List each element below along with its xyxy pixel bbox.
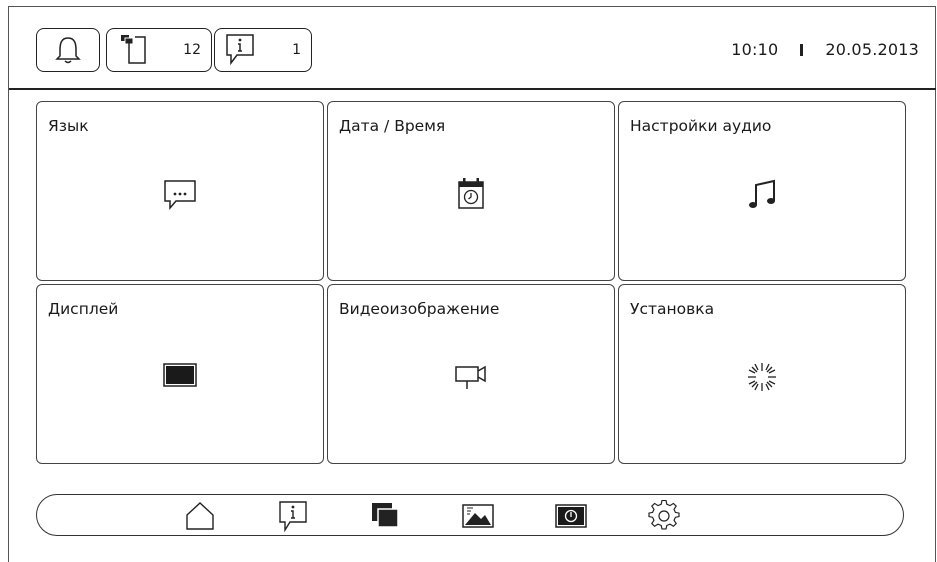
dock-info-button[interactable] <box>276 500 310 532</box>
time: 10:10 <box>731 40 779 59</box>
dock-power-button[interactable] <box>554 500 588 532</box>
tile-display-label: Дисплей <box>48 300 119 318</box>
brightness-spark-icon <box>748 363 776 391</box>
info-bubble-icon <box>279 501 307 532</box>
info-count: 1 <box>292 42 301 58</box>
header-divider <box>9 88 936 90</box>
tile-video[interactable]: Видеоизображение <box>327 284 615 464</box>
bell-button[interactable] <box>36 28 100 72</box>
date: 20.05.2013 <box>825 40 919 59</box>
speech-bubble-dots-icon <box>164 180 196 210</box>
messages-icon <box>121 35 146 64</box>
messages-button[interactable]: 12 <box>106 28 212 72</box>
gear-icon <box>648 500 680 530</box>
dock-settings-button[interactable] <box>647 500 681 532</box>
messages-count: 12 <box>183 42 201 58</box>
bell-icon <box>55 37 81 64</box>
time-date-separator <box>800 43 804 56</box>
tile-date-time-label: Дата / Время <box>339 117 446 135</box>
info-bubble-icon <box>226 34 254 66</box>
info-button[interactable]: 1 <box>214 28 312 72</box>
bottom-dock <box>36 494 904 536</box>
dock-messages-button[interactable] <box>368 500 402 532</box>
tile-language-label: Язык <box>48 117 89 135</box>
dock-picture-button[interactable] <box>461 500 495 532</box>
tile-language[interactable]: Язык <box>36 101 324 281</box>
video-camera-icon <box>455 365 486 389</box>
stacked-messages-icon <box>372 503 399 528</box>
tile-audio-settings[interactable]: Настройки аудио <box>618 101 906 281</box>
dock-home-button[interactable] <box>183 500 217 532</box>
tile-installation[interactable]: Установка <box>618 284 906 464</box>
picture-icon <box>462 504 494 528</box>
tile-installation-label: Установка <box>630 300 715 318</box>
tile-date-time[interactable]: Дата / Время <box>327 101 615 281</box>
display-icon <box>163 363 197 387</box>
tile-video-label: Видеоизображение <box>339 300 500 318</box>
music-note-icon <box>749 179 775 208</box>
power-icon <box>555 504 587 528</box>
tile-audio-settings-label: Настройки аудио <box>630 117 772 135</box>
calendar-clock-icon <box>458 178 484 209</box>
home-icon <box>186 502 214 530</box>
tile-display[interactable]: Дисплей <box>36 284 324 464</box>
clock: 10:10 20.05.2013 <box>731 40 919 59</box>
